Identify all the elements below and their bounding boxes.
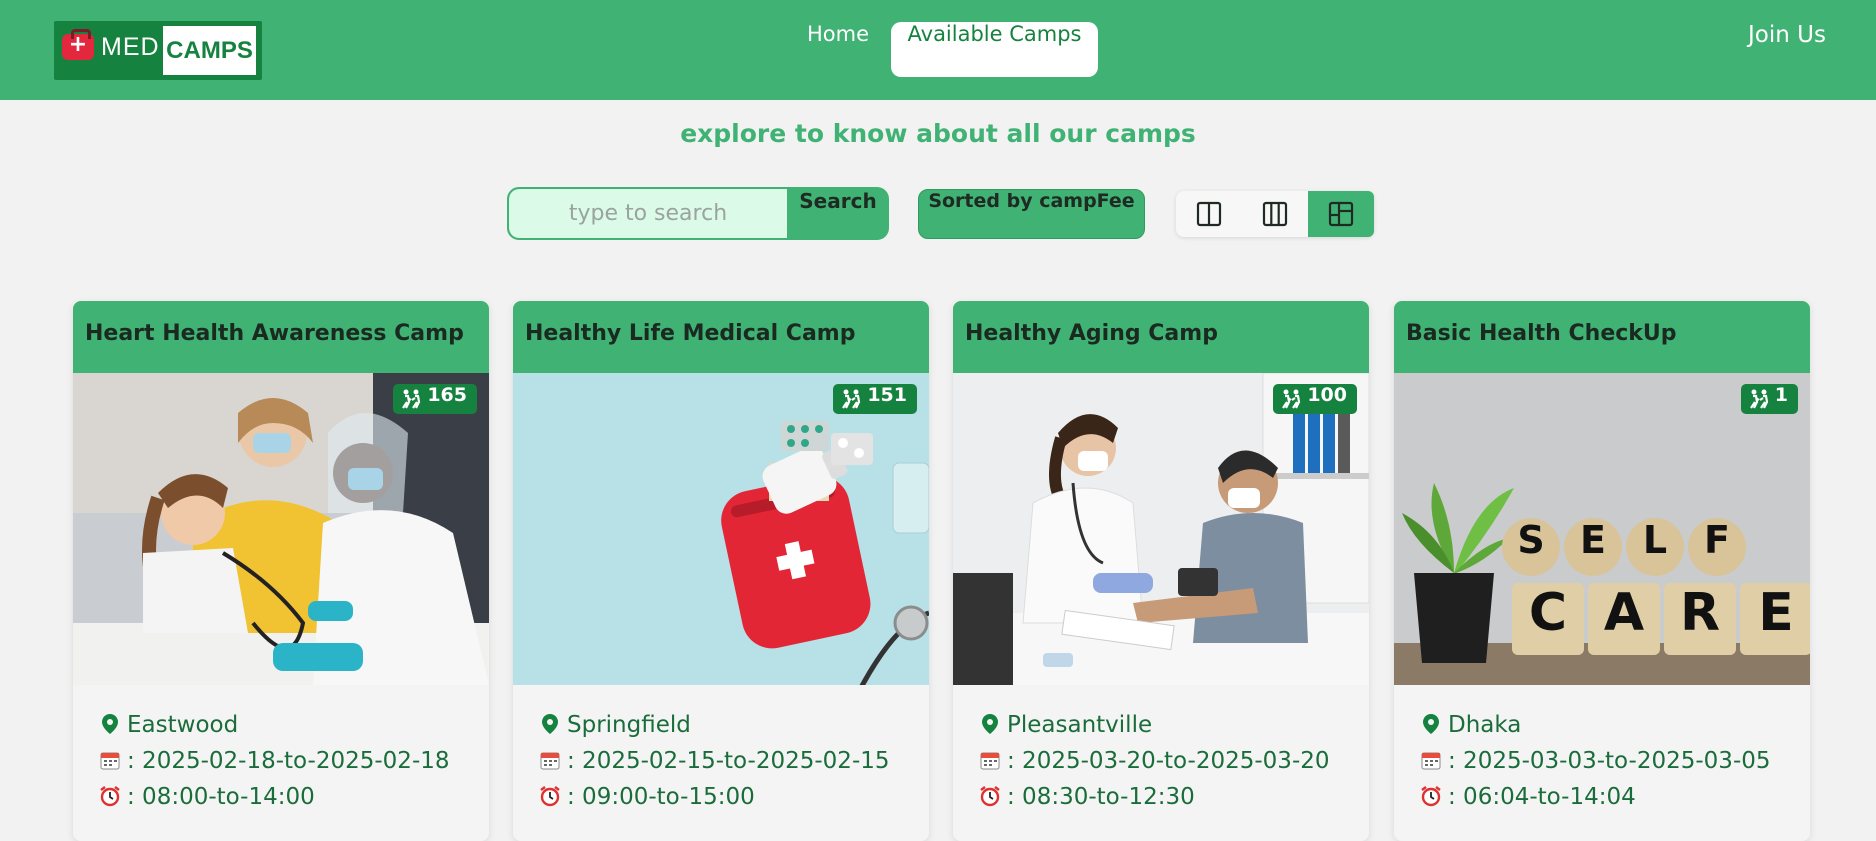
- camp-date-row: : 2025-02-18-to-2025-02-18: [99, 748, 450, 778]
- camp-image-blood-pressure-check: 100: [953, 373, 1369, 685]
- layout-mixed-grid-button[interactable]: [1308, 191, 1374, 237]
- camp-card[interactable]: Healthy Aging Camp 100 Pleasantville: 2…: [953, 301, 1369, 841]
- self-care-blocks: S E L F C A R E: [1394, 373, 1810, 685]
- camp-date-row: : 2025-02-15-to-2025-02-15: [539, 748, 890, 778]
- camp-image-first-aid-pouch: 151: [513, 373, 929, 685]
- camp-location: Dhaka: [1448, 712, 1522, 738]
- nav-home-link[interactable]: Home: [800, 22, 876, 77]
- calendar-icon: [1421, 752, 1441, 770]
- camp-dates: : 2025-03-03-to-2025-03-05: [1448, 748, 1771, 774]
- camp-time-row: : 09:00-to-15:00: [539, 784, 755, 814]
- camp-card-body: Pleasantville : 2025-03-20-to-2025-03-20…: [953, 685, 1369, 841]
- participant-count: 100: [1307, 384, 1347, 406]
- camp-time: : 09:00-to-15:00: [567, 784, 755, 810]
- camp-title: Basic Health CheckUp: [1406, 321, 1677, 346]
- camp-card-body: Eastwood : 2025-02-18-to-2025-02-18 : 08…: [73, 685, 489, 841]
- camp-location-row: Springfield: [539, 712, 691, 742]
- block-letter: F: [1688, 518, 1746, 576]
- camp-image-self-care-blocks: S E L F C A R E 1: [1394, 373, 1810, 685]
- camp-card-header: Heart Health Awareness Camp: [73, 301, 489, 373]
- participant-count: 165: [427, 384, 467, 406]
- logo-med-text: MED: [101, 33, 160, 61]
- layout-two-column-button[interactable]: [1176, 191, 1242, 237]
- camp-card-body: Dhaka : 2025-03-03-to-2025-03-05 : 06:04…: [1394, 685, 1810, 841]
- camp-card-header: Healthy Life Medical Camp: [513, 301, 929, 373]
- calendar-icon: [100, 752, 120, 770]
- camp-date-row: : 2025-03-20-to-2025-03-20: [979, 748, 1330, 778]
- camp-location: Springfield: [567, 712, 691, 738]
- block-letter: R: [1664, 583, 1736, 655]
- block-letter: S: [1502, 518, 1560, 576]
- camp-time: : 08:30-to-12:30: [1007, 784, 1195, 810]
- navbar: MED CAMPS Home Available Camps Join Us: [0, 0, 1876, 100]
- layout-toggle-group: [1176, 191, 1374, 237]
- participant-count: 1: [1774, 384, 1788, 406]
- nav-available-camps-link[interactable]: Available Camps: [891, 22, 1098, 77]
- camp-location-row: Pleasantville: [979, 712, 1152, 742]
- participant-count: 151: [867, 384, 907, 406]
- three-column-icon: [1262, 201, 1288, 227]
- camp-card[interactable]: Heart Health Awareness Camp 165 Eastwood…: [73, 301, 489, 841]
- alarm-clock-icon: [100, 786, 120, 807]
- camp-card[interactable]: Healthy Life Medical Camp 151 Springfiel…: [513, 301, 929, 841]
- location-pin-icon: [542, 714, 558, 734]
- camp-date-row: : 2025-03-03-to-2025-03-05: [1420, 748, 1771, 778]
- logo-camps-text: CAMPS: [166, 37, 253, 64]
- calendar-icon: [540, 752, 560, 770]
- camp-dates: : 2025-02-18-to-2025-02-18: [127, 748, 450, 774]
- people-walking-icon: [842, 389, 861, 409]
- camp-image-doctor-child: 165: [73, 373, 489, 685]
- participant-count-badge: 100: [1273, 384, 1357, 414]
- page-subtitle: explore to know about all our camps: [680, 119, 1196, 148]
- camp-time-row: : 06:04-to-14:04: [1420, 784, 1636, 814]
- mixed-grid-icon: [1328, 201, 1354, 227]
- alarm-clock-icon: [980, 786, 1000, 807]
- layout-three-column-button[interactable]: [1242, 191, 1308, 237]
- calendar-icon: [980, 752, 1000, 770]
- participant-count-badge: 1: [1740, 384, 1798, 414]
- location-pin-icon: [102, 714, 118, 734]
- camp-title: Heart Health Awareness Camp: [85, 321, 464, 346]
- camp-time: : 08:00-to-14:00: [127, 784, 315, 810]
- people-walking-icon: [402, 389, 421, 409]
- block-letter: E: [1740, 583, 1810, 655]
- camp-card-header: Basic Health CheckUp: [1394, 301, 1810, 373]
- camp-location-row: Eastwood: [99, 712, 238, 742]
- camp-card-body: Springfield : 2025-02-15-to-2025-02-15 :…: [513, 685, 929, 841]
- search-bar: Search: [507, 187, 889, 240]
- camp-location: Pleasantville: [1007, 712, 1153, 738]
- camp-card-header: Healthy Aging Camp: [953, 301, 1369, 373]
- camp-location-row: Dhaka: [1420, 712, 1521, 742]
- block-letter: C: [1512, 583, 1584, 655]
- participant-count-badge: 151: [833, 384, 917, 414]
- camp-location: Eastwood: [127, 712, 239, 738]
- two-column-icon: [1196, 201, 1222, 227]
- camp-title: Healthy Aging Camp: [965, 321, 1218, 346]
- medcamps-logo[interactable]: MED CAMPS: [54, 21, 262, 80]
- camp-card[interactable]: Basic Health CheckUp S E L F C A R E 1 D…: [1394, 301, 1810, 841]
- people-walking-icon: [1282, 389, 1301, 409]
- camp-time-row: : 08:30-to-12:30: [979, 784, 1195, 814]
- sort-button[interactable]: Sorted by campFee: [918, 189, 1145, 239]
- alarm-clock-icon: [540, 786, 560, 807]
- first-aid-kit-icon: [62, 29, 94, 60]
- search-input[interactable]: [509, 189, 787, 238]
- people-walking-icon: [1749, 389, 1768, 409]
- camp-time: : 06:04-to-14:04: [1448, 784, 1636, 810]
- camp-time-row: : 08:00-to-14:00: [99, 784, 315, 814]
- alarm-clock-icon: [1421, 786, 1441, 807]
- block-letter: E: [1564, 518, 1622, 576]
- nav-join-us-link[interactable]: Join Us: [1742, 22, 1832, 77]
- block-letter: L: [1626, 518, 1684, 576]
- search-button[interactable]: Search: [787, 189, 887, 238]
- participant-count-badge: 165: [393, 384, 477, 414]
- logo-camps-box: CAMPS: [163, 26, 256, 75]
- location-pin-icon: [982, 714, 998, 734]
- camp-dates: : 2025-03-20-to-2025-03-20: [1007, 748, 1330, 774]
- camp-dates: : 2025-02-15-to-2025-02-15: [567, 748, 890, 774]
- block-letter: A: [1588, 583, 1660, 655]
- location-pin-icon: [1423, 714, 1439, 734]
- camp-title: Healthy Life Medical Camp: [525, 321, 856, 346]
